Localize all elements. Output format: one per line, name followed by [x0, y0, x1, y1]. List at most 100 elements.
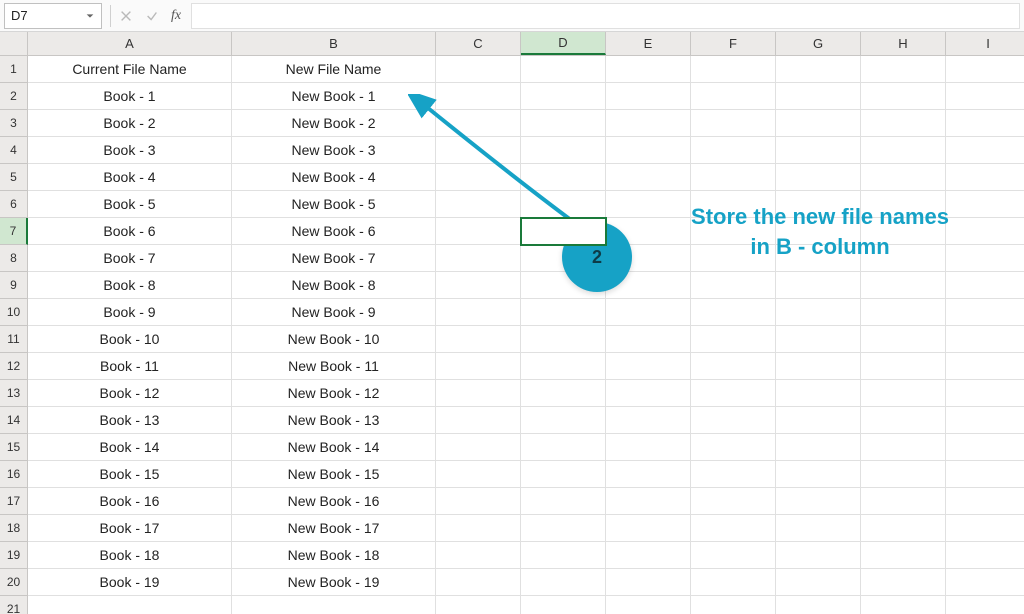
cell-A17[interactable]: Book - 16 — [28, 488, 232, 515]
cell-D18[interactable] — [521, 515, 606, 542]
cell-G5[interactable] — [776, 164, 861, 191]
cell-C12[interactable] — [436, 353, 521, 380]
cell-I1[interactable] — [946, 56, 1024, 83]
cell-C20[interactable] — [436, 569, 521, 596]
cell-A19[interactable]: Book - 18 — [28, 542, 232, 569]
cell-G10[interactable] — [776, 299, 861, 326]
cell-D21[interactable] — [521, 596, 606, 614]
cell-B16[interactable]: New Book - 15 — [232, 461, 436, 488]
cell-D5[interactable] — [521, 164, 606, 191]
cell-A14[interactable]: Book - 13 — [28, 407, 232, 434]
cell-B1[interactable]: New File Name — [232, 56, 436, 83]
cell-F12[interactable] — [691, 353, 776, 380]
cell-C4[interactable] — [436, 137, 521, 164]
cell-G6[interactable] — [776, 191, 861, 218]
row-header-6[interactable]: 6 — [0, 191, 28, 218]
cell-G12[interactable] — [776, 353, 861, 380]
cell-G14[interactable] — [776, 407, 861, 434]
cell-B12[interactable]: New Book - 11 — [232, 353, 436, 380]
cell-B14[interactable]: New Book - 13 — [232, 407, 436, 434]
cell-C5[interactable] — [436, 164, 521, 191]
cell-H3[interactable] — [861, 110, 946, 137]
cell-E1[interactable] — [606, 56, 691, 83]
cell-D7[interactable] — [521, 218, 606, 245]
row-header-17[interactable]: 17 — [0, 488, 28, 515]
cell-H20[interactable] — [861, 569, 946, 596]
cell-G15[interactable] — [776, 434, 861, 461]
cell-H8[interactable] — [861, 245, 946, 272]
cell-F11[interactable] — [691, 326, 776, 353]
column-header-H[interactable]: H — [861, 32, 946, 55]
cell-F16[interactable] — [691, 461, 776, 488]
cell-D14[interactable] — [521, 407, 606, 434]
cell-C8[interactable] — [436, 245, 521, 272]
cell-I2[interactable] — [946, 83, 1024, 110]
spreadsheet-grid[interactable]: ABCDEFGHI 123456789101112131415161718192… — [0, 32, 1024, 614]
cell-H14[interactable] — [861, 407, 946, 434]
cell-H12[interactable] — [861, 353, 946, 380]
cell-E17[interactable] — [606, 488, 691, 515]
cell-A18[interactable]: Book - 17 — [28, 515, 232, 542]
cell-I6[interactable] — [946, 191, 1024, 218]
cell-A9[interactable]: Book - 8 — [28, 272, 232, 299]
row-header-1[interactable]: 1 — [0, 56, 28, 83]
cell-I21[interactable] — [946, 596, 1024, 614]
confirm-icon[interactable] — [139, 3, 165, 29]
cell-B13[interactable]: New Book - 12 — [232, 380, 436, 407]
column-header-D[interactable]: D — [521, 32, 606, 55]
cell-A16[interactable]: Book - 15 — [28, 461, 232, 488]
cell-C17[interactable] — [436, 488, 521, 515]
cell-H17[interactable] — [861, 488, 946, 515]
cell-F14[interactable] — [691, 407, 776, 434]
cell-I15[interactable] — [946, 434, 1024, 461]
row-header-12[interactable]: 12 — [0, 353, 28, 380]
row-header-9[interactable]: 9 — [0, 272, 28, 299]
cell-H15[interactable] — [861, 434, 946, 461]
cell-F2[interactable] — [691, 83, 776, 110]
cell-F3[interactable] — [691, 110, 776, 137]
cell-I10[interactable] — [946, 299, 1024, 326]
cell-F1[interactable] — [691, 56, 776, 83]
cell-E4[interactable] — [606, 137, 691, 164]
cell-E11[interactable] — [606, 326, 691, 353]
cell-A2[interactable]: Book - 1 — [28, 83, 232, 110]
cell-A20[interactable]: Book - 19 — [28, 569, 232, 596]
cell-A1[interactable]: Current File Name — [28, 56, 232, 83]
row-header-14[interactable]: 14 — [0, 407, 28, 434]
cell-A3[interactable]: Book - 2 — [28, 110, 232, 137]
row-header-4[interactable]: 4 — [0, 137, 28, 164]
column-header-I[interactable]: I — [946, 32, 1024, 55]
cell-D2[interactable] — [521, 83, 606, 110]
cell-C18[interactable] — [436, 515, 521, 542]
cell-B11[interactable]: New Book - 10 — [232, 326, 436, 353]
cell-E5[interactable] — [606, 164, 691, 191]
cell-A4[interactable]: Book - 3 — [28, 137, 232, 164]
cell-B20[interactable]: New Book - 19 — [232, 569, 436, 596]
cell-F6[interactable] — [691, 191, 776, 218]
cell-A7[interactable]: Book - 6 — [28, 218, 232, 245]
select-all-corner[interactable] — [0, 32, 28, 56]
cell-B5[interactable]: New Book - 4 — [232, 164, 436, 191]
cell-F4[interactable] — [691, 137, 776, 164]
cell-F20[interactable] — [691, 569, 776, 596]
cell-B17[interactable]: New Book - 16 — [232, 488, 436, 515]
column-header-C[interactable]: C — [436, 32, 521, 55]
cell-D10[interactable] — [521, 299, 606, 326]
cell-B15[interactable]: New Book - 14 — [232, 434, 436, 461]
column-header-B[interactable]: B — [232, 32, 436, 55]
cell-H9[interactable] — [861, 272, 946, 299]
cell-F17[interactable] — [691, 488, 776, 515]
cell-E18[interactable] — [606, 515, 691, 542]
cell-F7[interactable] — [691, 218, 776, 245]
cell-B8[interactable]: New Book - 7 — [232, 245, 436, 272]
row-header-11[interactable]: 11 — [0, 326, 28, 353]
cell-G7[interactable] — [776, 218, 861, 245]
cell-A21[interactable] — [28, 596, 232, 614]
row-header-13[interactable]: 13 — [0, 380, 28, 407]
cell-I14[interactable] — [946, 407, 1024, 434]
row-header-15[interactable]: 15 — [0, 434, 28, 461]
row-header-5[interactable]: 5 — [0, 164, 28, 191]
cell-F9[interactable] — [691, 272, 776, 299]
row-header-2[interactable]: 2 — [0, 83, 28, 110]
cell-H1[interactable] — [861, 56, 946, 83]
